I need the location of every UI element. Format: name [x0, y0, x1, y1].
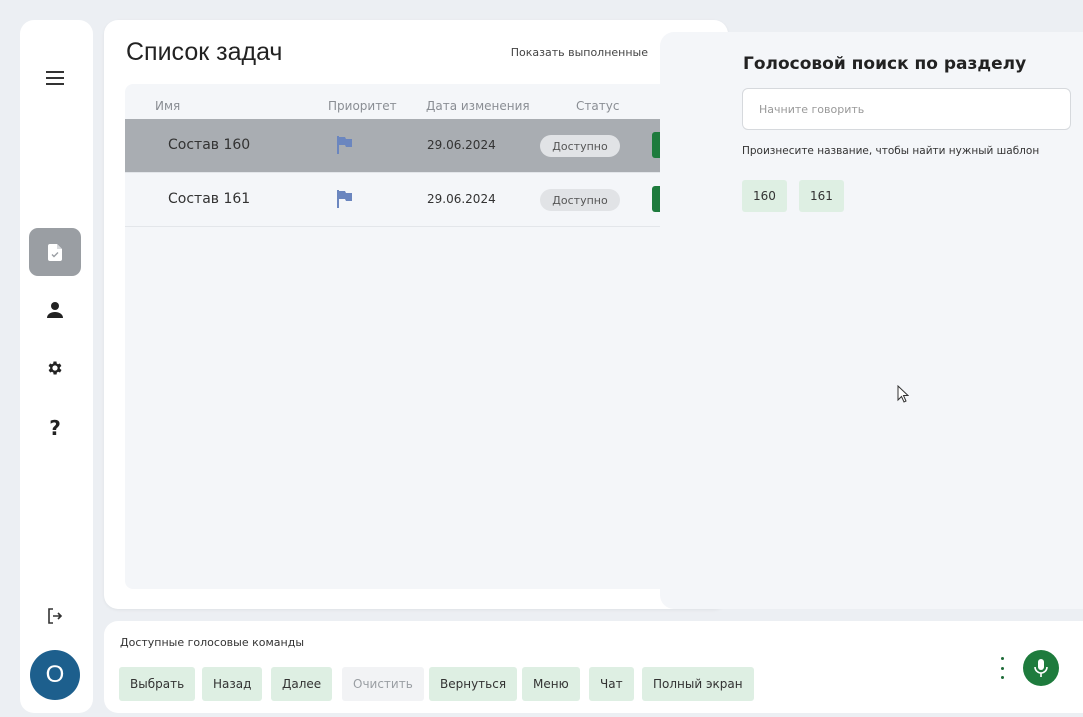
table-header: Имя Приоритет Дата изменения Статус: [125, 84, 707, 119]
avatar-initial: O: [45, 661, 65, 688]
command-return-button[interactable]: Вернуться: [429, 667, 518, 701]
command-back-button[interactable]: Назад: [202, 667, 263, 701]
hamburger-icon: [46, 77, 64, 79]
voice-search-input[interactable]: [742, 88, 1071, 130]
sidebar-item-settings[interactable]: [29, 344, 81, 392]
voice-commands-bar: Доступные голосовые команды Выбрать Наза…: [104, 621, 1083, 713]
avatar[interactable]: O: [30, 650, 80, 700]
logout-button[interactable]: [29, 592, 81, 640]
search-result-chip[interactable]: 160: [742, 180, 787, 212]
status-badge: Доступно: [540, 189, 620, 211]
document-check-icon: [48, 243, 62, 261]
menu-button[interactable]: [29, 54, 81, 102]
gear-icon: [48, 361, 62, 375]
user-icon: [47, 302, 63, 318]
voice-commands-label: Доступные голосовые команды: [120, 636, 304, 649]
row-date: 29.06.2024: [427, 192, 496, 206]
task-table: Имя Приоритет Дата изменения Статус Сост…: [125, 84, 707, 589]
row-date: 29.06.2024: [427, 138, 496, 152]
sidebar: ? O: [20, 20, 93, 713]
column-header-status[interactable]: Статус: [576, 99, 619, 113]
voice-search-title: Голосовой поиск по разделу: [743, 54, 1027, 74]
sidebar-item-profile[interactable]: [29, 286, 81, 334]
column-header-priority[interactable]: Приоритет: [328, 99, 397, 113]
search-result-chip[interactable]: 161: [799, 180, 844, 212]
voice-search-hint: Произнесите название, чтобы найти нужный…: [742, 145, 1040, 157]
table-row[interactable]: Состав 161 29.06.2024 Доступно >: [125, 173, 707, 227]
status-badge: Доступно: [540, 135, 620, 157]
row-name: Состав 161: [168, 191, 251, 207]
microphone-button[interactable]: [1023, 650, 1059, 686]
page-title: Список задач: [126, 38, 283, 66]
sidebar-item-tasks[interactable]: [29, 228, 81, 276]
show-completed-label: Показать выполненные: [510, 46, 648, 59]
table-row[interactable]: Состав 160 29.06.2024 Доступно >: [125, 119, 707, 173]
logout-icon: [48, 608, 63, 624]
command-select-button[interactable]: Выбрать: [119, 667, 196, 701]
command-chat-button[interactable]: Чат: [589, 667, 634, 701]
command-next-button[interactable]: Далее: [271, 667, 333, 701]
sidebar-item-help[interactable]: ?: [29, 404, 81, 452]
row-name: Состав 160: [168, 137, 251, 153]
command-clear-button[interactable]: Очистить: [342, 667, 424, 701]
question-icon: ?: [49, 416, 61, 440]
microphone-icon: [1034, 659, 1048, 677]
more-options-icon[interactable]: [998, 657, 1006, 679]
command-menu-button[interactable]: Меню: [522, 667, 580, 701]
command-fullscreen-button[interactable]: Полный экран: [642, 667, 754, 701]
column-header-date[interactable]: Дата изменения: [426, 99, 530, 113]
task-list-panel: Список задач Показать выполненные Имя Пр…: [104, 20, 728, 609]
column-header-name[interactable]: Имя: [155, 99, 180, 113]
flag-icon: [337, 190, 352, 208]
flag-icon: [337, 136, 352, 154]
voice-search-panel: Голосовой поиск по разделу Произнесите н…: [660, 32, 1083, 609]
mouse-cursor-icon: [897, 385, 909, 403]
